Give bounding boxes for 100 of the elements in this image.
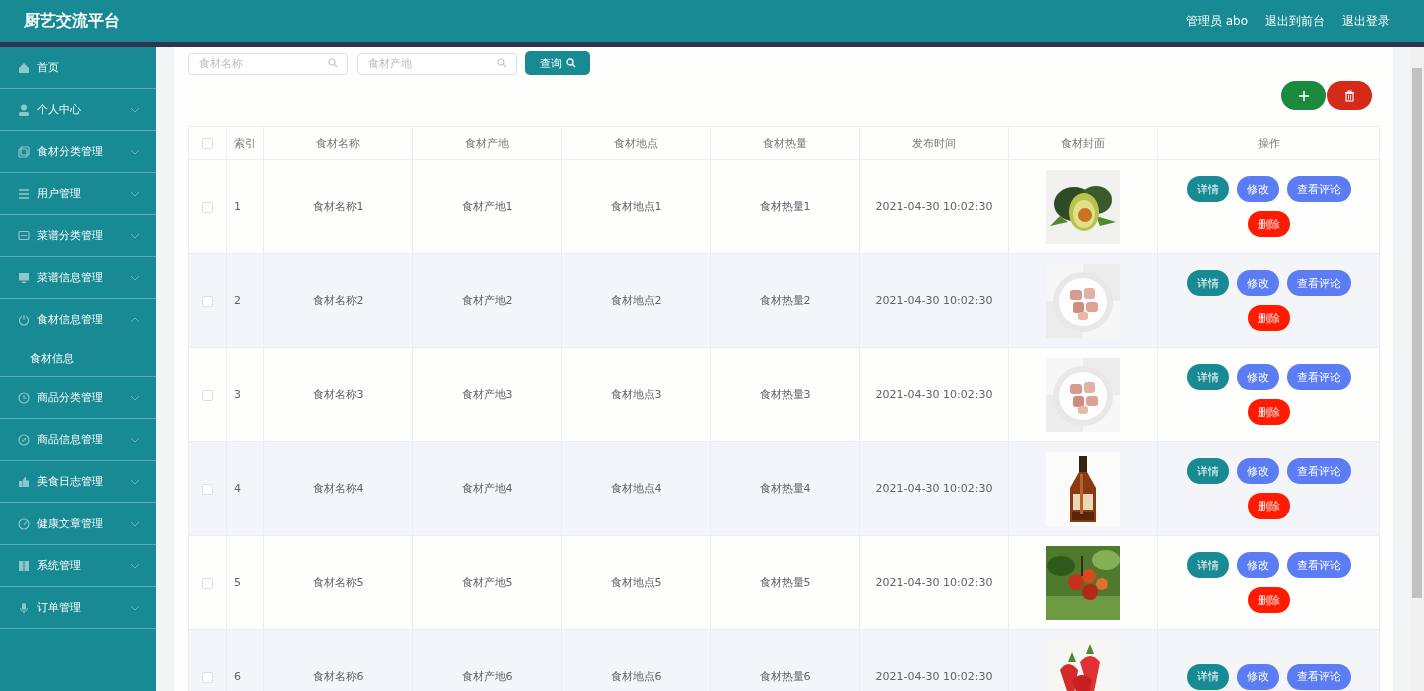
sidebar-item[interactable]: 订单管理	[0, 587, 156, 629]
table-cell: 2021-04-30 10:02:30	[859, 253, 1009, 348]
checkbox[interactable]	[202, 577, 213, 589]
action-button[interactable]: 详情	[1186, 364, 1229, 390]
checkbox[interactable]	[202, 483, 213, 495]
sidebar-subitem[interactable]: 食材信息	[0, 340, 156, 377]
app-title: 厨艺交流平台	[24, 10, 120, 32]
home-icon	[18, 61, 30, 74]
table-cell: 2021-04-30 10:02:30	[859, 441, 1009, 536]
delete-button[interactable]	[1327, 81, 1372, 110]
action-button[interactable]: 修改	[1236, 176, 1279, 202]
table-cell: 食材产地2	[412, 253, 562, 348]
sidebar-item[interactable]: 菜谱信息管理	[0, 257, 156, 299]
checkbox[interactable]	[202, 295, 213, 307]
table-cell: 食材地点3	[561, 347, 711, 442]
nav-link[interactable]: 退出到前台	[1265, 12, 1325, 30]
table-cell: 食材名称5	[263, 535, 413, 630]
action-button[interactable]: 删除	[1247, 493, 1290, 519]
sidebar-item[interactable]: 用户管理	[0, 173, 156, 215]
action-button[interactable]: 删除	[1247, 399, 1290, 425]
search-icon	[497, 58, 507, 68]
action-button[interactable]: 修改	[1236, 663, 1279, 690]
action-button[interactable]: 删除	[1247, 211, 1290, 237]
comments-button[interactable]: 查看评论	[1286, 552, 1351, 578]
sidebar-item[interactable]: 首页	[0, 47, 156, 89]
sidebar-item[interactable]: 美食日志管理	[0, 461, 156, 503]
monitor-icon	[18, 271, 30, 284]
column-header: 发布时间	[859, 126, 1009, 160]
action-button[interactable]: 详情	[1186, 663, 1229, 690]
table-cell: 食材名称2	[263, 253, 413, 348]
table-cell: 食材名称3	[263, 347, 413, 442]
action-button[interactable]: 修改	[1236, 270, 1279, 296]
comments-button[interactable]: 查看评论	[1286, 364, 1351, 390]
table-cell: 食材产地1	[412, 159, 562, 254]
plus-icon	[1297, 89, 1310, 102]
sidebar-item[interactable]: 个人中心	[0, 89, 156, 131]
action-button[interactable]: 详情	[1186, 458, 1229, 484]
gauge-icon	[18, 517, 30, 530]
scrollbar[interactable]	[1410, 47, 1424, 691]
action-button[interactable]: 修改	[1236, 458, 1279, 484]
table-cell: 食材热量4	[710, 441, 860, 536]
book-icon	[18, 559, 30, 572]
table-cell: 2021-04-30 10:02:30	[859, 347, 1009, 442]
add-button[interactable]	[1281, 81, 1326, 110]
table-cell: 食材地点5	[561, 535, 711, 630]
copy-icon	[18, 145, 30, 158]
column-header: 食材产地	[412, 126, 562, 160]
action-button[interactable]: 详情	[1186, 552, 1229, 578]
column-header: 索引	[226, 126, 264, 160]
table-cell: 3	[226, 347, 264, 442]
checkbox[interactable]	[202, 201, 213, 213]
search-field[interactable]: 食材产地	[357, 52, 517, 75]
sidebar-item[interactable]: 商品分类管理	[0, 377, 156, 419]
action-button[interactable]: 详情	[1186, 270, 1229, 296]
column-header: 操作	[1157, 126, 1380, 160]
action-button[interactable]: 删除	[1247, 305, 1290, 331]
sidebar-item[interactable]: 健康文章管理	[0, 503, 156, 545]
table-cell: 食材热量5	[710, 535, 860, 630]
clock-icon	[18, 391, 30, 404]
column-header: 食材封面	[1008, 126, 1158, 160]
trash-icon	[1344, 89, 1355, 102]
microphone-icon	[18, 601, 30, 614]
nav-link[interactable]: 退出登录	[1342, 12, 1390, 30]
action-button[interactable]: 修改	[1236, 552, 1279, 578]
table-cell: 食材产地4	[412, 441, 562, 536]
search-field[interactable]: 食材名称	[188, 52, 348, 75]
table-cell: 食材热量3	[710, 347, 860, 442]
comments-button[interactable]: 查看评论	[1286, 270, 1351, 296]
column-header: 食材地点	[561, 126, 711, 160]
power-icon	[18, 313, 30, 326]
table-cell: 食材热量1	[710, 159, 860, 254]
user-icon	[18, 103, 30, 116]
table-cell: 2	[226, 253, 264, 348]
search-icon	[565, 58, 576, 68]
search-button[interactable]: 查询	[525, 51, 590, 75]
sidebar-item[interactable]: 食材信息管理	[0, 299, 156, 340]
sidebar-item[interactable]: 食材分类管理	[0, 131, 156, 173]
column-header: 食材热量	[710, 126, 860, 160]
action-button[interactable]: 修改	[1236, 364, 1279, 390]
table-cell: 食材产地3	[412, 347, 562, 442]
checkbox[interactable]	[202, 389, 213, 401]
action-button[interactable]: 详情	[1186, 176, 1229, 202]
comments-button[interactable]: 查看评论	[1286, 176, 1351, 202]
table-cell: 2021-04-30 10:02:30	[859, 159, 1009, 254]
sidebar-item[interactable]: 商品信息管理	[0, 419, 156, 461]
compass-icon	[18, 433, 30, 446]
table-cell: 食材地点1	[561, 159, 711, 254]
sidebar-item[interactable]: 菜谱分类管理	[0, 215, 156, 257]
sidebar-item[interactable]: 系统管理	[0, 545, 156, 587]
checkbox[interactable]	[202, 138, 213, 149]
thumbs-up-icon	[18, 475, 30, 488]
table-cell: 4	[226, 441, 264, 536]
table-cell: 1	[226, 159, 264, 254]
user-link[interactable]: 管理员 abo	[1185, 12, 1248, 30]
comments-button[interactable]: 查看评论	[1286, 458, 1351, 484]
chat-icon	[18, 229, 30, 242]
comments-button[interactable]: 查看评论	[1286, 663, 1351, 690]
checkbox[interactable]	[202, 671, 213, 683]
action-button[interactable]: 删除	[1247, 587, 1290, 613]
column-header: 食材名称	[263, 126, 413, 160]
